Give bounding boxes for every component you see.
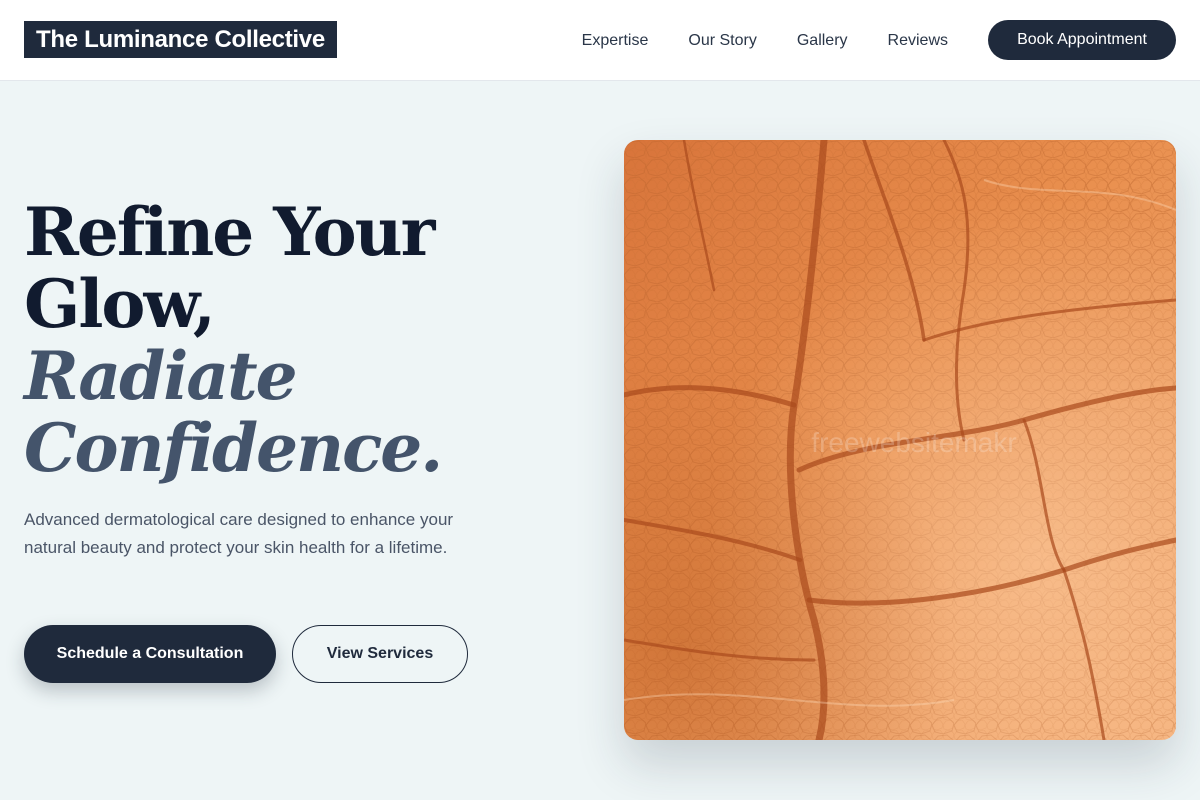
headline-accent-line-1: Radiate <box>24 337 298 415</box>
hero-description: Advanced dermatological care designed to… <box>24 510 454 557</box>
nav-link-expertise[interactable]: Expertise <box>582 32 649 50</box>
site-header: The Luminance Collective Expertise Our S… <box>0 0 1200 81</box>
nav-link-gallery[interactable]: Gallery <box>797 32 848 50</box>
hero-cta-group: Schedule a Consultation View Services <box>24 625 468 683</box>
schedule-consultation-button[interactable]: Schedule a Consultation <box>24 625 276 683</box>
hero-skin-texture-image: freewebsitemakr <box>624 140 1176 740</box>
headline-line-2: Glow, <box>24 265 216 343</box>
hero-text-block: Refine Your Glow, Radiate Confidence. Ad… <box>24 196 584 562</box>
headline-line-1: Refine Your <box>24 193 435 271</box>
nav-link-our-story[interactable]: Our Story <box>688 32 756 50</box>
image-watermark: freewebsitemakr <box>811 427 1016 458</box>
headline-accent-line-2: Confidence. <box>24 409 443 487</box>
main-nav: Expertise Our Story Gallery Reviews <box>582 0 948 81</box>
view-services-button[interactable]: View Services <box>292 625 468 683</box>
brand-logo[interactable]: The Luminance Collective <box>24 21 337 58</box>
nav-link-reviews[interactable]: Reviews <box>888 32 948 50</box>
book-appointment-button[interactable]: Book Appointment <box>988 20 1176 60</box>
hero-headline: Refine Your Glow, Radiate Confidence. <box>24 196 584 484</box>
